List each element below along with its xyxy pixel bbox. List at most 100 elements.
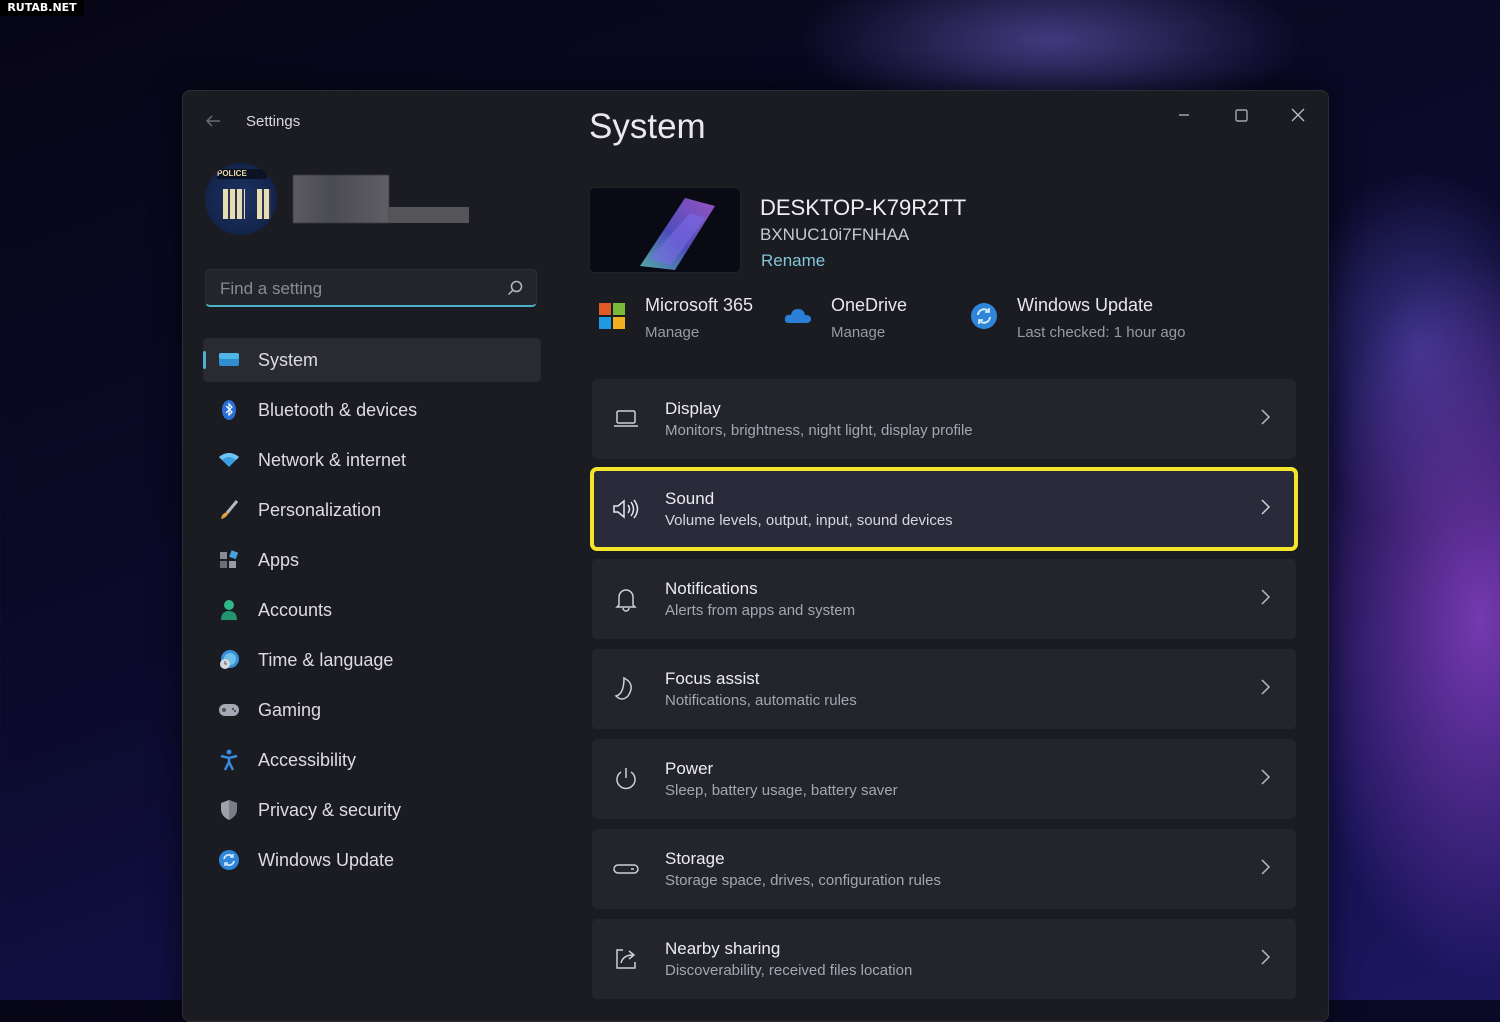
card-nearby-sharing[interactable]: Nearby sharing Discoverability, received … (592, 919, 1296, 999)
wifi-icon (218, 449, 240, 471)
search-box[interactable] (205, 269, 537, 308)
storage-icon (611, 854, 641, 884)
shield-icon (218, 799, 240, 821)
person-icon (218, 599, 240, 621)
device-model: BXNUC10i7FNHAA (760, 225, 910, 244)
sidebar-item-label: Privacy & security (258, 799, 402, 820)
quick-link-title: OneDrive (831, 295, 908, 315)
accessibility-icon (218, 749, 240, 771)
card-display[interactable]: Display Monitors, brightness, night light… (592, 379, 1296, 459)
card-storage[interactable]: Storage Storage space, drives, configurat… (592, 829, 1296, 909)
chevron-right-icon (1261, 679, 1271, 695)
microsoft-logo-icon (599, 303, 625, 329)
apps-icon (218, 549, 240, 571)
sidebar-item-network[interactable]: Network & internet (203, 438, 541, 482)
card-title: Power (665, 759, 714, 778)
sidebar-item-privacy-security[interactable]: Privacy & security (203, 788, 541, 832)
quick-link-subtitle[interactable]: Manage (645, 324, 753, 341)
gamepad-icon (218, 699, 240, 721)
sidebar-item-windows-update[interactable]: Windows Update (203, 838, 541, 882)
card-subtitle: Sleep, battery usage, battery saver (665, 782, 898, 799)
chevron-right-icon (1261, 589, 1271, 605)
card-title: Display (665, 399, 721, 418)
globe-clock-icon (218, 649, 240, 671)
page-title: System (589, 107, 706, 146)
device-wallpaper-thumbnail (589, 187, 741, 273)
sidebar-item-bluetooth[interactable]: Bluetooth & devices (203, 388, 541, 432)
quick-link-onedrive[interactable]: OneDrive Manage (783, 295, 907, 341)
back-arrow-icon (205, 115, 220, 127)
power-icon (611, 764, 641, 794)
card-sound[interactable]: Sound Volume levels, output, input, sound… (590, 467, 1298, 551)
bell-icon (611, 584, 641, 614)
card-subtitle: Storage space, drives, configuration rul… (665, 872, 941, 889)
chevron-right-icon (1261, 859, 1271, 875)
cloud-icon (784, 309, 811, 323)
watermark: RUTAB.NET (0, 0, 84, 16)
sidebar-item-accessibility[interactable]: Accessibility (203, 738, 541, 782)
card-title: Focus assist (665, 669, 760, 688)
sidebar-item-label: Bluetooth & devices (258, 399, 418, 420)
sidebar-item-label: Apps (258, 549, 300, 570)
sidebar-item-label: Gaming (258, 699, 322, 720)
card-subtitle: Discoverability, received files location (665, 962, 913, 979)
sidebar-item-apps[interactable]: Apps (203, 538, 541, 582)
close-button[interactable] (1275, 99, 1321, 131)
window-title: Settings (246, 113, 301, 130)
avatar-badge: POLICE (217, 169, 267, 179)
card-focus-assist[interactable]: Focus assist Notifications, automatic rul… (592, 649, 1296, 729)
card-subtitle: Volume levels, output, input, sound devi… (665, 512, 953, 529)
chevron-right-icon (1261, 499, 1271, 515)
username-redacted (293, 175, 469, 223)
back-button[interactable] (203, 111, 225, 133)
card-title: Storage (665, 849, 725, 868)
settings-card-list: Display Monitors, brightness, night light… (590, 379, 1298, 1009)
minimize-icon (1179, 114, 1189, 116)
sidebar-item-accounts[interactable]: Accounts (203, 588, 541, 632)
sidebar-item-label: Accessibility (258, 749, 357, 770)
card-title: Nearby sharing (665, 939, 781, 958)
laptop-icon (611, 404, 641, 434)
sidebar-item-personalization[interactable]: Personalization (203, 488, 541, 532)
sidebar-item-system[interactable]: System (203, 338, 541, 382)
sidebar-item-gaming[interactable]: Gaming (203, 688, 541, 732)
quick-link-windows-update[interactable]: Windows Update Last checked: 1 hour ago (969, 295, 1185, 341)
sidebar-item-label: Time & language (258, 649, 394, 670)
rename-link[interactable]: Rename (761, 251, 825, 271)
device-name: DESKTOP-K79R2TT (760, 195, 967, 220)
card-subtitle: Notifications, automatic rules (665, 692, 857, 709)
active-indicator (203, 351, 206, 369)
card-title: Notifications (665, 579, 758, 598)
quick-link-title: Microsoft 365 (645, 295, 754, 315)
maximize-icon (1234, 108, 1248, 122)
close-icon (1291, 108, 1305, 122)
card-subtitle: Monitors, brightness, night light, displ… (665, 422, 973, 439)
sidebar-item-label: Windows Update (258, 849, 395, 870)
quick-link-subtitle: Last checked: 1 hour ago (1017, 324, 1186, 341)
sidebar-item-label: Personalization (258, 499, 382, 520)
share-icon (611, 944, 641, 974)
card-power[interactable]: Power Sleep, battery usage, battery saver (592, 739, 1296, 819)
settings-window: Settings POLICE System Bluetooth & devic… (182, 90, 1329, 1022)
minimize-button[interactable] (1161, 99, 1207, 131)
moon-icon (611, 674, 641, 704)
sidebar-item-time-language[interactable]: Time & language (203, 638, 541, 682)
bluetooth-icon (218, 399, 240, 421)
brush-icon (218, 499, 240, 521)
chevron-right-icon (1261, 769, 1271, 785)
avatar[interactable]: POLICE (205, 163, 277, 235)
speaker-icon (611, 494, 641, 524)
card-notifications[interactable]: Notifications Alerts from apps and system (592, 559, 1296, 639)
update-icon (971, 303, 997, 329)
search-icon[interactable] (506, 279, 524, 297)
sidebar-item-label: Accounts (258, 599, 333, 620)
chevron-right-icon (1261, 409, 1271, 425)
quick-link-microsoft-365[interactable]: Microsoft 365 Manage (597, 295, 753, 341)
sidebar-nav: System Bluetooth & devices Network & int… (203, 338, 541, 888)
search-input[interactable] (218, 270, 502, 308)
quick-link-title: Windows Update (1017, 295, 1154, 315)
update-icon (218, 849, 240, 871)
quick-link-subtitle[interactable]: Manage (831, 324, 907, 341)
maximize-button[interactable] (1218, 99, 1264, 131)
card-subtitle: Alerts from apps and system (665, 602, 856, 619)
